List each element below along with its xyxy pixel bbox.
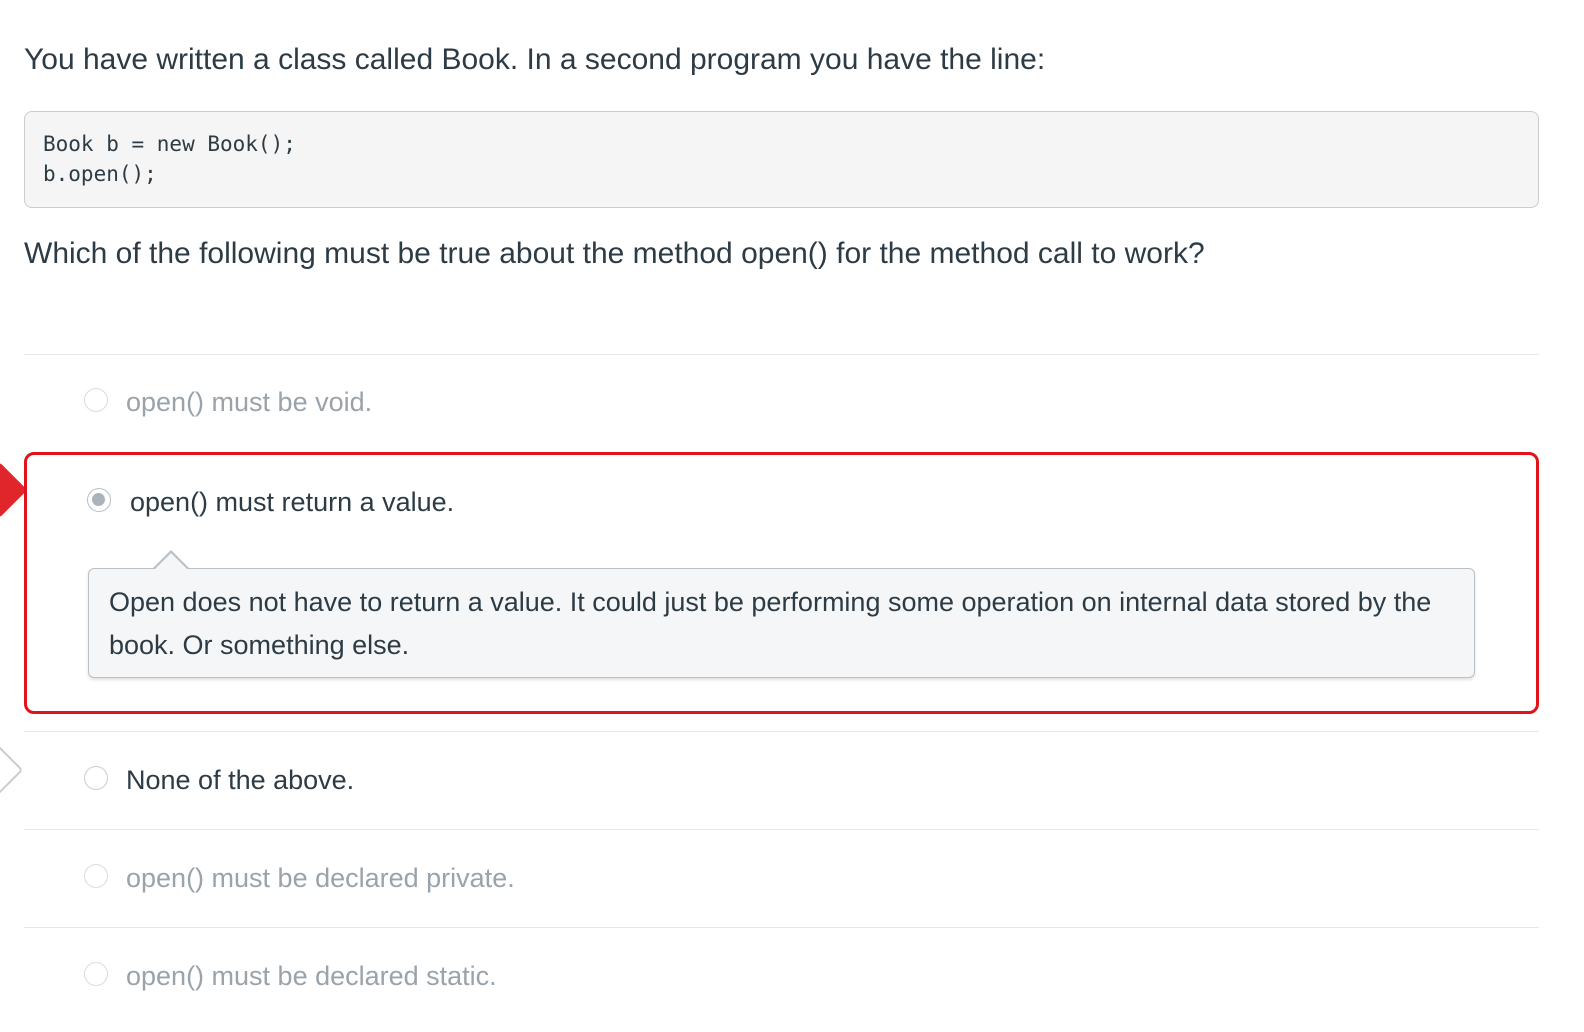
answer-label: open() must return a value. bbox=[130, 487, 455, 517]
divider bbox=[24, 927, 1539, 928]
answer-option-2[interactable]: open() must return a value. bbox=[24, 462, 1539, 542]
question-intro: You have written a class called Book. In… bbox=[24, 43, 1046, 76]
answer-option-1[interactable]: open() must be void. bbox=[24, 364, 1539, 444]
code-block: Book b = new Book(); b.open(); bbox=[24, 111, 1539, 208]
answer-option-5[interactable]: open() must be declared static. bbox=[24, 938, 1539, 1018]
outline-diamond-icon bbox=[0, 741, 24, 799]
answer-option-3[interactable]: None of the above. bbox=[24, 742, 1539, 822]
comment-pointer-fill bbox=[154, 553, 188, 570]
answer-label: open() must be declared private. bbox=[126, 863, 515, 893]
answer-label: None of the above. bbox=[126, 765, 355, 795]
divider bbox=[24, 354, 1539, 355]
answer-comment: Open does not have to return a value. It… bbox=[88, 568, 1475, 678]
radio-button-icon[interactable] bbox=[84, 388, 108, 412]
answer-label: open() must be void. bbox=[126, 387, 373, 417]
code-line: b.open(); bbox=[43, 162, 157, 186]
answer-option-4[interactable]: open() must be declared private. bbox=[24, 840, 1539, 920]
code-line: Book b = new Book(); bbox=[43, 132, 296, 156]
answer-label: open() must be declared static. bbox=[126, 961, 497, 991]
question-prompt: Which of the following must be true abou… bbox=[24, 237, 1205, 270]
divider bbox=[24, 731, 1539, 732]
radio-button-icon[interactable] bbox=[87, 488, 111, 512]
radio-button-icon[interactable] bbox=[84, 864, 108, 888]
radio-button-icon[interactable] bbox=[84, 766, 108, 790]
divider bbox=[24, 829, 1539, 830]
quiz-question: You have written a class called Book. In… bbox=[0, 0, 1584, 1032]
radio-button-icon[interactable] bbox=[84, 962, 108, 986]
